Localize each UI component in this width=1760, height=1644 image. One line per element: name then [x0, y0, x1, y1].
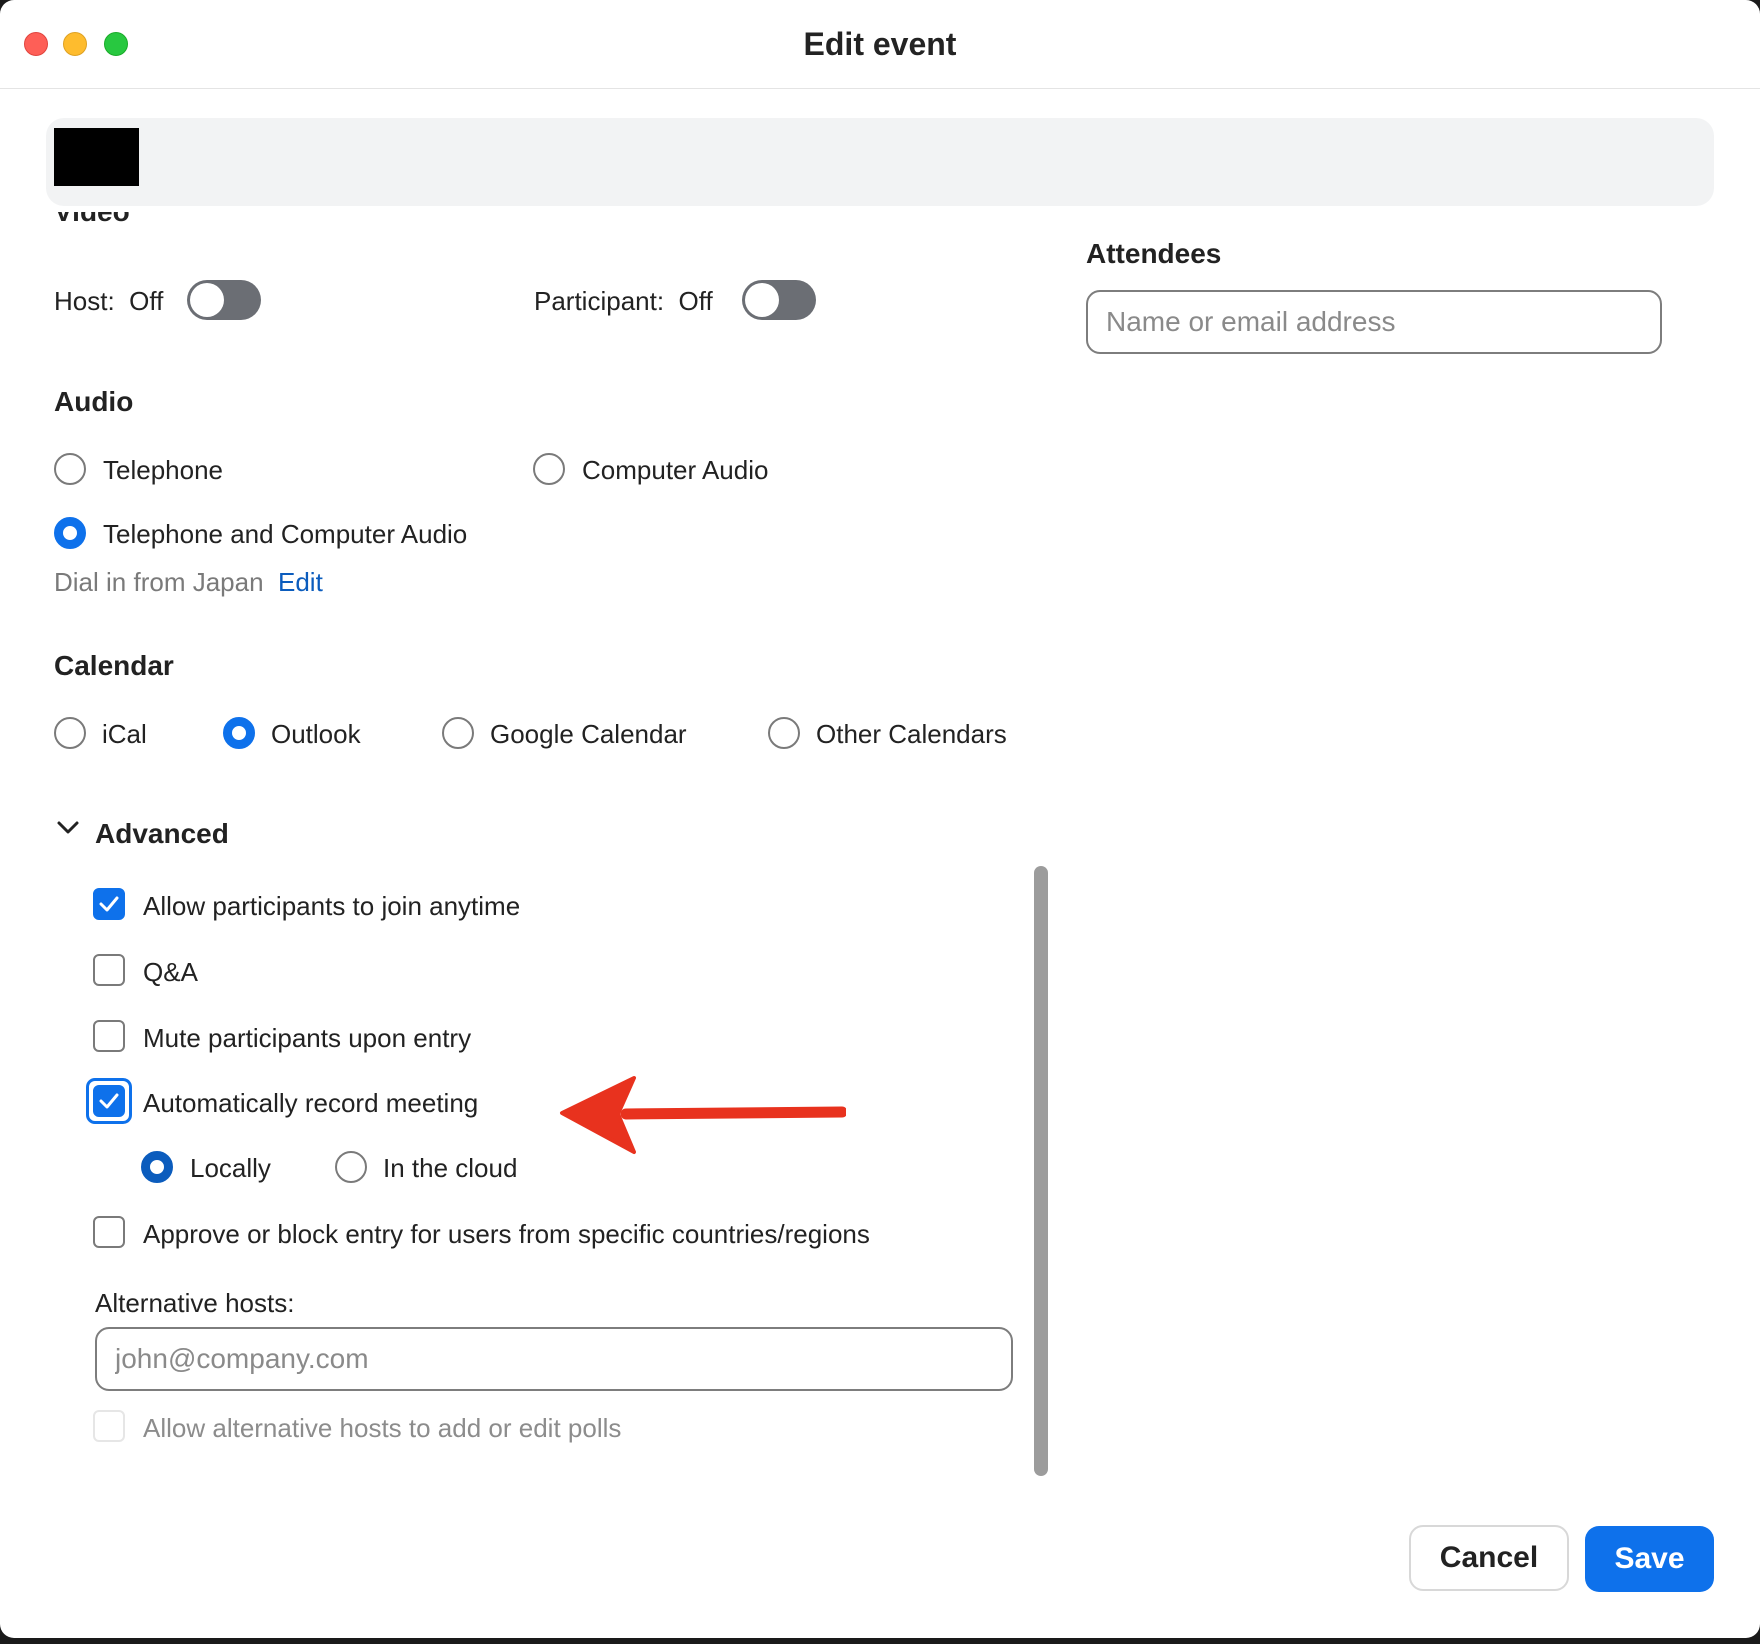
calendar-other-label: Other Calendars [816, 719, 1007, 749]
host-video-value: Off [129, 286, 164, 316]
dial-in-edit-link[interactable]: Edit [278, 567, 323, 597]
audio-telephone-label: Telephone [103, 455, 223, 485]
auto-record-checkbox[interactable] [93, 1085, 125, 1117]
dial-in-text: Dial in from Japan [54, 567, 264, 597]
calendar-outlook-label: Outlook [271, 719, 361, 749]
red-arrow-annotation-icon [560, 1076, 846, 1154]
approve-block-countries-checkbox[interactable] [93, 1216, 125, 1248]
calendar-google-radio[interactable] [442, 717, 474, 749]
toggle-knob [190, 283, 224, 317]
allow-join-anytime-label: Allow participants to join anytime [143, 891, 521, 921]
record-cloud-radio[interactable] [335, 1151, 367, 1183]
checkmark-icon [99, 896, 119, 912]
host-video-toggle[interactable] [187, 280, 261, 320]
mute-on-entry-label: Mute participants upon entry [143, 1023, 472, 1053]
calendar-other-radio[interactable] [768, 717, 800, 749]
record-locally-radio[interactable] [141, 1151, 173, 1183]
edit-event-window: Edit event Video Host: Off Participant: … [0, 0, 1760, 1638]
participant-video-value: Off [678, 286, 713, 316]
record-cloud-label: In the cloud [383, 1153, 518, 1183]
audio-both-label: Telephone and Computer Audio [103, 519, 468, 549]
chevron-down-icon[interactable] [56, 820, 80, 836]
calendar-ical-radio[interactable] [54, 717, 86, 749]
checkmark-icon [99, 1093, 119, 1109]
dial-in-info: Dial in from Japan Edit [54, 567, 323, 598]
auto-record-label: Automatically record meeting [143, 1088, 479, 1118]
video-heading: Video [54, 212, 130, 238]
alt-hosts-label: Alternative hosts: [95, 1288, 295, 1318]
cancel-button[interactable]: Cancel [1409, 1525, 1569, 1591]
alt-hosts-polls-label: Allow alternative hosts to add or edit p… [143, 1413, 622, 1443]
save-button[interactable]: Save [1585, 1526, 1714, 1592]
audio-computer-radio[interactable] [533, 453, 565, 485]
participant-video-toggle[interactable] [742, 280, 816, 320]
audio-both-radio[interactable] [54, 517, 86, 549]
alt-hosts-input[interactable] [95, 1327, 1013, 1391]
alt-hosts-polls-checkbox[interactable] [93, 1410, 125, 1442]
calendar-google-label: Google Calendar [490, 719, 687, 749]
attendees-input[interactable] [1086, 290, 1662, 354]
host-video-label: Host: Off [54, 286, 164, 316]
calendar-heading: Calendar [54, 650, 174, 681]
title-bar: Edit event [0, 0, 1760, 89]
calendar-outlook-radio[interactable] [223, 717, 255, 749]
attendees-heading: Attendees [1086, 238, 1222, 269]
advanced-scrollbar[interactable] [1034, 866, 1048, 1476]
qa-label: Q&A [143, 957, 198, 987]
redacted-block [54, 128, 139, 186]
qa-checkbox[interactable] [93, 954, 125, 986]
participant-video-label: Participant: Off [534, 286, 713, 316]
calendar-ical-label: iCal [102, 719, 147, 749]
toggle-knob [745, 283, 779, 317]
audio-heading: Audio [54, 386, 134, 417]
allow-join-anytime-checkbox[interactable] [93, 888, 125, 920]
topic-banner [46, 118, 1714, 206]
advanced-heading[interactable]: Advanced [95, 818, 229, 850]
mute-on-entry-checkbox[interactable] [93, 1020, 125, 1052]
audio-computer-label: Computer Audio [582, 455, 769, 485]
approve-block-countries-label: Approve or block entry for users from sp… [143, 1219, 870, 1249]
window-title: Edit event [803, 26, 957, 62]
audio-telephone-radio[interactable] [54, 453, 86, 485]
record-locally-label: Locally [190, 1153, 271, 1183]
